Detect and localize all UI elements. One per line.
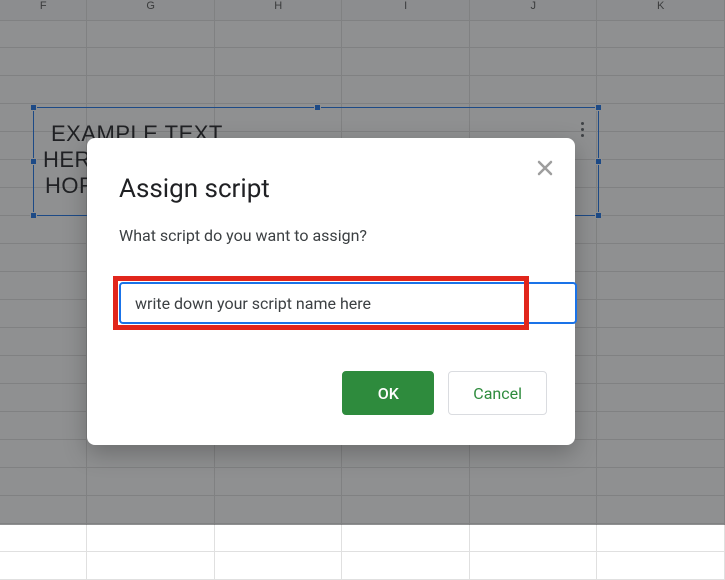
- cell[interactable]: [87, 552, 215, 580]
- cell[interactable]: [87, 524, 215, 552]
- dialog-title: Assign script: [119, 174, 270, 204]
- assign-script-dialog: Assign script What script do you want to…: [87, 138, 575, 445]
- cell[interactable]: [597, 552, 725, 580]
- cell[interactable]: [0, 524, 87, 552]
- sheet-row: [0, 524, 725, 552]
- cell[interactable]: [470, 524, 598, 552]
- script-name-input[interactable]: [121, 284, 575, 322]
- ok-button[interactable]: OK: [342, 371, 434, 415]
- script-name-field-wrap: [119, 282, 577, 324]
- cell[interactable]: [215, 552, 343, 580]
- cell[interactable]: [342, 552, 470, 580]
- cell[interactable]: [597, 524, 725, 552]
- cell[interactable]: [0, 552, 87, 580]
- close-icon[interactable]: [531, 154, 559, 182]
- sheet-row: [0, 552, 725, 580]
- cell[interactable]: [215, 524, 343, 552]
- dialog-subtitle: What script do you want to assign?: [119, 226, 367, 245]
- cell[interactable]: [342, 524, 470, 552]
- cancel-button[interactable]: Cancel: [448, 371, 547, 415]
- cell[interactable]: [470, 552, 598, 580]
- dialog-buttons: OK Cancel: [87, 371, 547, 415]
